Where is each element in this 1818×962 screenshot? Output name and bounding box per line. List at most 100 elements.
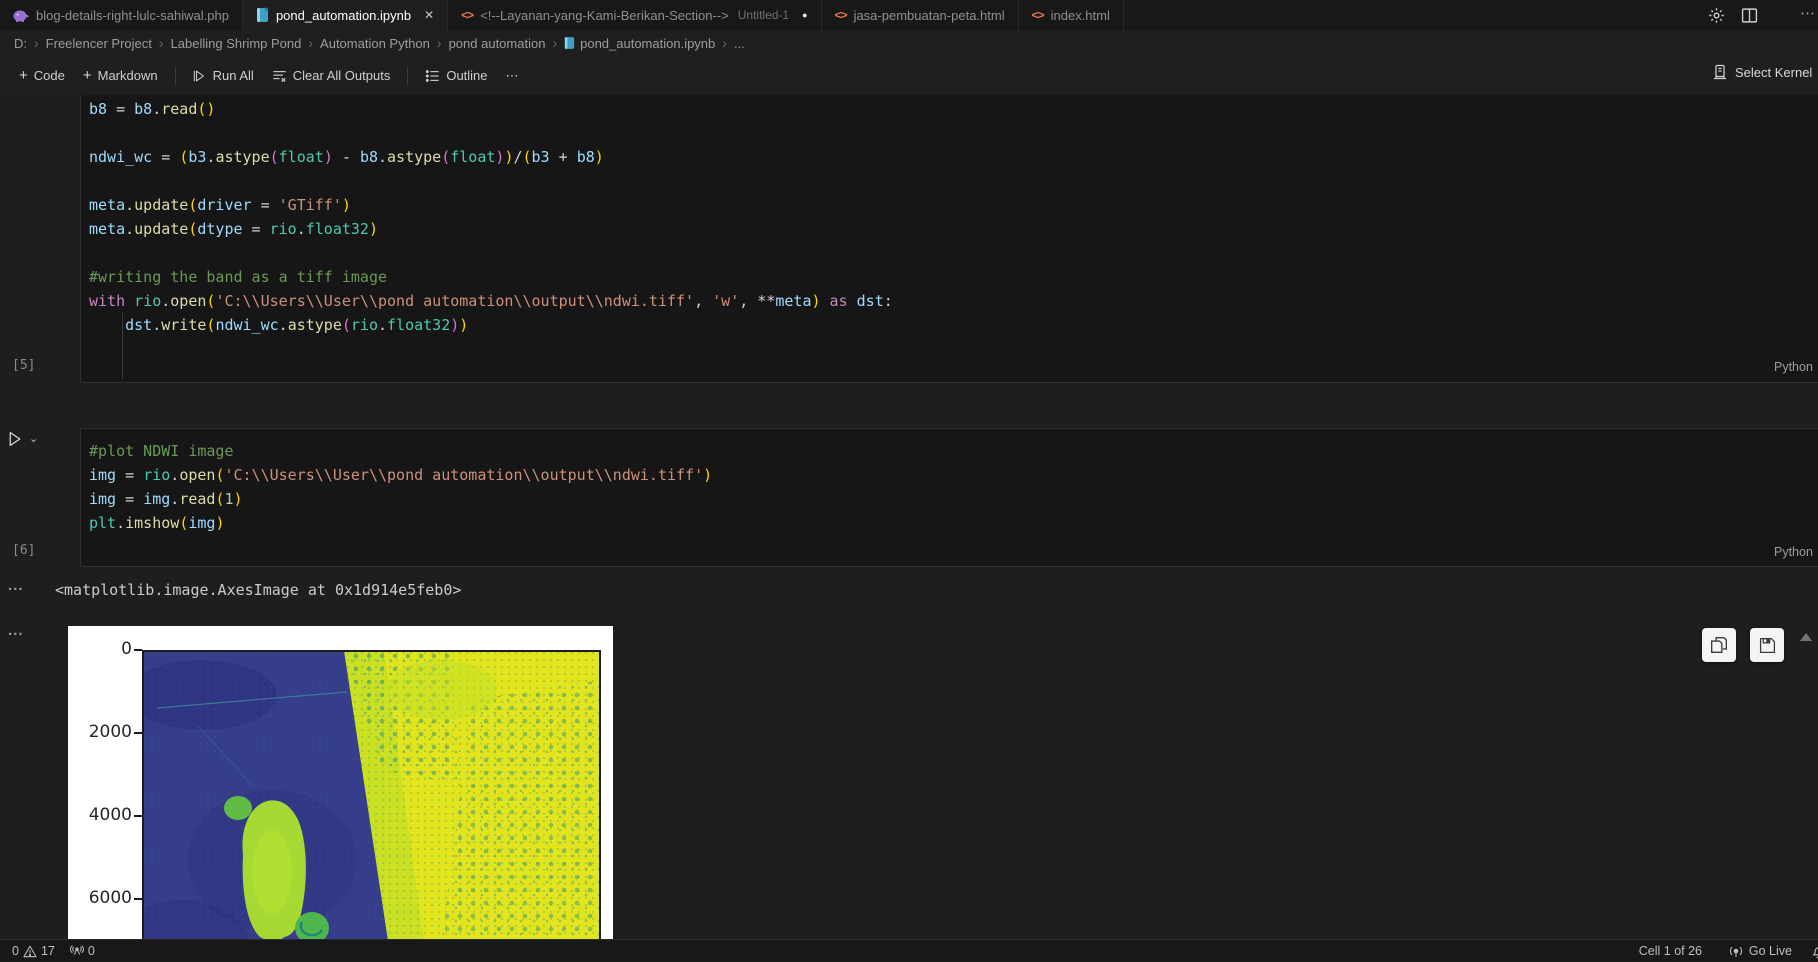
go-live-button[interactable]: Go Live [1729, 944, 1792, 958]
broadcast-icon [1729, 944, 1743, 958]
tab-label: jasa-pembuatan-peta.html [854, 8, 1005, 23]
tab-index-html[interactable]: <> index.html [1019, 0, 1124, 30]
code-line[interactable] [89, 241, 1818, 265]
tab-label: <!--Layanan-yang-Kami-Berikan-Section--> [480, 8, 729, 23]
php-icon [13, 9, 29, 22]
run-all-label: Run All [213, 68, 254, 83]
clear-all-outputs-button[interactable]: Clear All Outputs [263, 64, 400, 87]
code-line[interactable]: meta.update(dtype = rio.float32) [89, 217, 1818, 241]
output-more-actions[interactable]: ... [8, 577, 24, 594]
code-line[interactable]: img = rio.open('C:\\Users\\User\\pond au… [89, 463, 1818, 487]
gear-icon[interactable] [1708, 7, 1725, 24]
y-tick-mark [134, 815, 142, 817]
run-all-icon [193, 69, 207, 83]
output-more-actions[interactable]: ... [8, 622, 24, 639]
code-line[interactable] [89, 121, 1818, 145]
tab-label: pond_automation.ipynb [276, 8, 411, 23]
ports-indicator[interactable]: 0 [65, 944, 100, 958]
code-cell-2[interactable]: #plot NDWI imageimg = rio.open('C:\\User… [80, 428, 1818, 567]
breadcrumb-symbol[interactable]: ... [734, 36, 745, 51]
code-editor[interactable]: b8 = b8.read() ndwi_wc = (b3.astype(floa… [81, 95, 1818, 337]
code-line[interactable]: ndwi_wc = (b3.astype(float) - b8.astype(… [89, 145, 1818, 169]
more-actions-button[interactable]: ⋯ [497, 64, 528, 88]
breadcrumb-folder[interactable]: Freelencer Project [46, 36, 152, 51]
tab-description: Untitled-1 [738, 8, 789, 22]
scroll-up-arrow-icon[interactable] [1800, 633, 1812, 641]
tab-pond-automation-ipynb[interactable]: pond_automation.ipynb ✕ [243, 0, 448, 30]
code-line[interactable]: plt.imshow(img) [89, 511, 1818, 535]
ellipsis-icon: ⋯ [506, 68, 519, 84]
code-editor[interactable]: #plot NDWI imageimg = rio.open('C:\\User… [81, 429, 1818, 535]
code-line[interactable]: #writing the band as a tiff image [89, 265, 1818, 289]
y-tick-mark [134, 649, 142, 651]
code-line[interactable]: dst.write(ndwi_wc.astype(rio.float32)) [89, 313, 1818, 337]
html-icon: <> [835, 8, 847, 22]
more-tabs-icon[interactable]: ⋯ [1800, 4, 1815, 22]
tab-label: index.html [1051, 8, 1110, 23]
go-live-label: Go Live [1749, 944, 1792, 958]
notebook-icon [256, 7, 269, 23]
code-line[interactable]: b8 = b8.read() [89, 97, 1818, 121]
split-editor-icon[interactable] [1741, 7, 1758, 24]
html-icon: <> [1032, 8, 1044, 22]
outline-button[interactable]: Outline [416, 64, 496, 87]
matplotlib-figure: 0 2000 4000 6000 [68, 626, 613, 940]
cell-language-picker[interactable]: Python [1774, 360, 1818, 374]
breadcrumb-folder[interactable]: Automation Python [320, 36, 430, 51]
chevron-right-icon: › [722, 35, 727, 51]
warnings-count: 17 [41, 944, 55, 958]
chevron-down-icon[interactable]: ⌄ [29, 432, 38, 445]
execution-count: [5] [12, 358, 35, 373]
toolbar-divider [175, 68, 176, 84]
add-code-cell-button[interactable]: + Code [10, 63, 74, 88]
tab-untitled-1[interactable]: <> <!--Layanan-yang-Kami-Berikan-Section… [448, 0, 821, 30]
tab-bar: blog-details-right-lulc-sahiwal.php pond… [0, 0, 1818, 30]
output-hover-toolbar [1702, 628, 1784, 662]
bell-icon[interactable] [1811, 944, 1818, 959]
code-cell-1[interactable]: b8 = b8.read() ndwi_wc = (b3.astype(floa… [80, 95, 1818, 383]
add-markdown-cell-button[interactable]: + Markdown [74, 63, 167, 88]
breadcrumb-folder[interactable]: Labelling Shrimp Pond [171, 36, 302, 51]
chevron-right-icon: › [552, 35, 557, 51]
copy-output-button[interactable] [1702, 628, 1736, 662]
cell-language-picker[interactable]: Python [1774, 545, 1818, 559]
breadcrumb-file[interactable]: pond_automation.ipynb [580, 36, 715, 51]
code-line[interactable]: with rio.open('C:\\Users\\User\\pond aut… [89, 289, 1818, 313]
copy-icon [1710, 636, 1728, 654]
code-line[interactable]: img = img.read(1) [89, 487, 1818, 511]
run-all-button[interactable]: Run All [184, 64, 263, 87]
add-markdown-label: Markdown [98, 68, 158, 83]
errors-count: 0 [12, 944, 19, 958]
unsaved-dot-icon[interactable]: ● [802, 10, 807, 20]
notebook-toolbar: + Code + Markdown Run All Clear All Outp… [0, 56, 1818, 96]
code-line[interactable]: #plot NDWI image [89, 439, 1818, 463]
notebook-editor: b8 = b8.read() ndwi_wc = (b3.astype(floa… [0, 95, 1818, 940]
warning-icon [23, 945, 37, 958]
cell-indicator[interactable]: Cell 1 of 26 [1639, 944, 1702, 958]
run-cell-button[interactable] [6, 430, 23, 448]
code-line[interactable] [89, 169, 1818, 193]
ports-count: 0 [88, 944, 95, 958]
y-tick-label: 4000 [68, 805, 132, 825]
chevron-right-icon: › [34, 35, 39, 51]
add-code-label: Code [34, 68, 65, 83]
breadcrumb-drive[interactable]: D: [14, 36, 27, 51]
select-kernel-button[interactable]: Select Kernel [1712, 64, 1812, 80]
code-line[interactable]: meta.update(driver = 'GTiff') [89, 193, 1818, 217]
breadcrumb: D: › Freelencer Project › Labelling Shrimp… [0, 30, 1818, 56]
problems-indicator[interactable]: 0 17 [7, 944, 60, 958]
close-icon[interactable]: ✕ [424, 8, 434, 22]
y-tick-label: 6000 [68, 888, 132, 908]
y-tick-label: 0 [68, 639, 132, 659]
save-output-button[interactable] [1750, 628, 1784, 662]
y-tick-mark [134, 732, 142, 734]
chevron-right-icon: › [308, 35, 313, 51]
outline-icon [425, 69, 440, 83]
y-tick-mark [134, 898, 142, 900]
tab-jasa-pembuatan-peta[interactable]: <> jasa-pembuatan-peta.html [822, 0, 1019, 30]
breadcrumb-folder[interactable]: pond automation [449, 36, 546, 51]
notebook-icon [564, 36, 575, 50]
save-icon [1759, 637, 1776, 654]
execution-count: [6] [12, 543, 35, 558]
tab-blog-details-php[interactable]: blog-details-right-lulc-sahiwal.php [0, 0, 243, 30]
